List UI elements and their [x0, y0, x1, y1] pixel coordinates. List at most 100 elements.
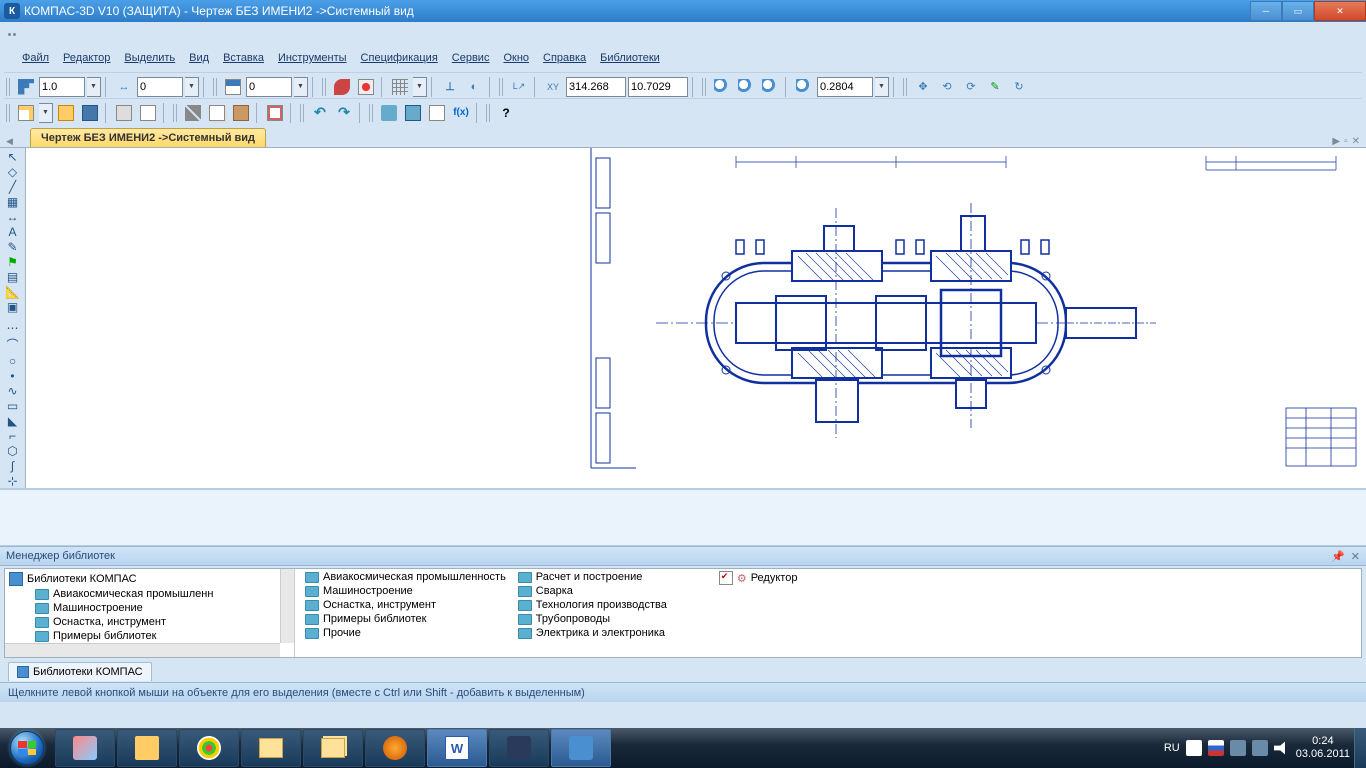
- props-button[interactable]: [264, 102, 286, 124]
- menu-view[interactable]: Вид: [183, 50, 215, 66]
- task-item[interactable]: [117, 729, 177, 767]
- copy-button[interactable]: [206, 102, 228, 124]
- lt-rect-icon[interactable]: ▭: [3, 399, 23, 413]
- task-item[interactable]: [365, 729, 425, 767]
- print-button[interactable]: [113, 102, 135, 124]
- redo-button[interactable]: ↷: [333, 102, 355, 124]
- zoom-next-button[interactable]: ⟳: [960, 76, 982, 98]
- minimize-button[interactable]: ─: [1250, 1, 1282, 21]
- drawing-canvas[interactable]: [26, 148, 1366, 488]
- document-tab[interactable]: Чертеж БЕЗ ИМЕНИ2 ->Системный вид: [30, 128, 266, 147]
- tab-close-button[interactable]: ✕: [1352, 136, 1360, 147]
- lt-geom-icon[interactable]: ◇: [3, 165, 23, 179]
- zoom-in-button[interactable]: [711, 76, 733, 98]
- fx-button[interactable]: f(x): [450, 102, 472, 124]
- tray-network-icon[interactable]: [1252, 740, 1268, 756]
- ortho-toggle[interactable]: ⊥: [439, 76, 461, 98]
- tray-icon[interactable]: [1230, 740, 1246, 756]
- redraw-button[interactable]: ✎: [984, 76, 1006, 98]
- task-item[interactable]: [303, 729, 363, 767]
- style-dropdown[interactable]: ▼: [294, 77, 308, 97]
- lt-hatch-icon[interactable]: ▦: [3, 195, 23, 209]
- lt-select-icon[interactable]: ↖: [3, 150, 23, 164]
- lt-meas-icon[interactable]: 📐: [3, 285, 23, 299]
- zoom-dropdown[interactable]: ▼: [875, 77, 889, 97]
- lt-fillet-icon[interactable]: ⌐: [3, 429, 23, 443]
- maximize-button[interactable]: ▭: [1282, 1, 1314, 21]
- tool-button-3[interactable]: [426, 102, 448, 124]
- new-dropdown[interactable]: ▼: [39, 103, 53, 123]
- lt-curve-icon[interactable]: ∫: [3, 459, 23, 473]
- task-item-kompas[interactable]: [551, 729, 611, 767]
- save-button[interactable]: [79, 102, 101, 124]
- menu-libraries[interactable]: Библиотеки: [594, 50, 666, 66]
- coord-x-input[interactable]: [566, 77, 626, 97]
- tab-restore-button[interactable]: ▫: [1344, 136, 1348, 147]
- step-icon[interactable]: [15, 76, 37, 98]
- show-desktop-button[interactable]: [1354, 728, 1366, 768]
- help-button[interactable]: ?: [495, 102, 517, 124]
- tray-lang[interactable]: RU: [1164, 742, 1180, 754]
- angle-dropdown[interactable]: ▼: [185, 77, 199, 97]
- lt-circle-icon[interactable]: ○: [3, 354, 23, 368]
- lt-param-icon[interactable]: ⚑: [3, 255, 23, 269]
- lib-tree-hscroll[interactable]: [5, 643, 280, 657]
- zoom-input[interactable]: [817, 77, 873, 97]
- zoom-window-button[interactable]: [759, 76, 781, 98]
- menu-help[interactable]: Справка: [537, 50, 592, 66]
- coord-y-input[interactable]: [628, 77, 688, 97]
- start-button[interactable]: [0, 728, 54, 768]
- zoom-fit-button[interactable]: [793, 76, 815, 98]
- open-button[interactable]: [55, 102, 77, 124]
- lib-tree-item[interactable]: Авиакосмическая промышленн: [7, 587, 292, 601]
- step-input[interactable]: [39, 77, 85, 97]
- refresh-button[interactable]: ↻: [1008, 76, 1030, 98]
- tray-flag-icon[interactable]: [1208, 740, 1224, 756]
- lt-poly-icon[interactable]: ⬡: [3, 444, 23, 458]
- lt-line-icon[interactable]: ╱: [3, 180, 23, 194]
- lt-spline-icon[interactable]: ∿: [3, 384, 23, 398]
- menu-spec[interactable]: Спецификация: [355, 50, 444, 66]
- menu-file[interactable]: Файл: [16, 50, 55, 66]
- lib-list-item[interactable]: Расчет и построение: [516, 571, 669, 583]
- tab-next-button[interactable]: ▶: [1332, 136, 1340, 147]
- task-item[interactable]: [179, 729, 239, 767]
- lcs-toggle[interactable]: L↗: [508, 76, 530, 98]
- lt-layer-icon[interactable]: ▤: [3, 270, 23, 284]
- new-button[interactable]: [15, 102, 37, 124]
- lib-list-item[interactable]: Трубопроводы: [516, 613, 669, 625]
- task-item[interactable]: [489, 729, 549, 767]
- lt-arc-icon[interactable]: ⌒: [3, 336, 23, 353]
- lib-list-item[interactable]: Технология производства: [516, 599, 669, 611]
- round-toggle[interactable]: ◐: [463, 76, 485, 98]
- style-icon[interactable]: [222, 76, 244, 98]
- lib-list-item[interactable]: Оснастка, инструмент: [303, 599, 508, 611]
- zoom-out-button[interactable]: [735, 76, 757, 98]
- magnet-toggle[interactable]: [355, 76, 377, 98]
- lib-list-item[interactable]: Машиностроение: [303, 585, 508, 597]
- style-input[interactable]: [246, 77, 292, 97]
- library-tab[interactable]: Библиотеки КОМПАС: [8, 662, 152, 681]
- menu-window[interactable]: Окно: [497, 50, 535, 66]
- lib-tree-item[interactable]: Оснастка, инструмент: [7, 615, 292, 629]
- close-button[interactable]: ✕: [1314, 1, 1366, 21]
- menu-editor[interactable]: Редактор: [57, 50, 116, 66]
- task-item[interactable]: [241, 729, 301, 767]
- task-item-word[interactable]: W: [427, 729, 487, 767]
- menu-service[interactable]: Сервис: [446, 50, 496, 66]
- snap-toggle[interactable]: [331, 76, 353, 98]
- lib-checked-item[interactable]: ⚙Редуктор: [717, 571, 800, 585]
- arrows-icon[interactable]: ↔: [113, 76, 135, 98]
- lt-edit-icon[interactable]: ✎: [3, 240, 23, 254]
- zoom-prev-button[interactable]: ⟲: [936, 76, 958, 98]
- lib-list-item[interactable]: Авиакосмическая промышленность: [303, 571, 508, 583]
- lt-dim-icon[interactable]: ↔: [3, 210, 23, 224]
- grid-toggle[interactable]: [389, 76, 411, 98]
- libmgr-close-button[interactable]: ✕: [1351, 550, 1360, 563]
- angle-input[interactable]: [137, 77, 183, 97]
- lt-chamfer-icon[interactable]: ◣: [3, 414, 23, 428]
- pan-button[interactable]: ✥: [912, 76, 934, 98]
- undo-button[interactable]: ↶: [309, 102, 331, 124]
- step-dropdown[interactable]: ▼: [87, 77, 101, 97]
- lib-list-item[interactable]: Примеры библиотек: [303, 613, 508, 625]
